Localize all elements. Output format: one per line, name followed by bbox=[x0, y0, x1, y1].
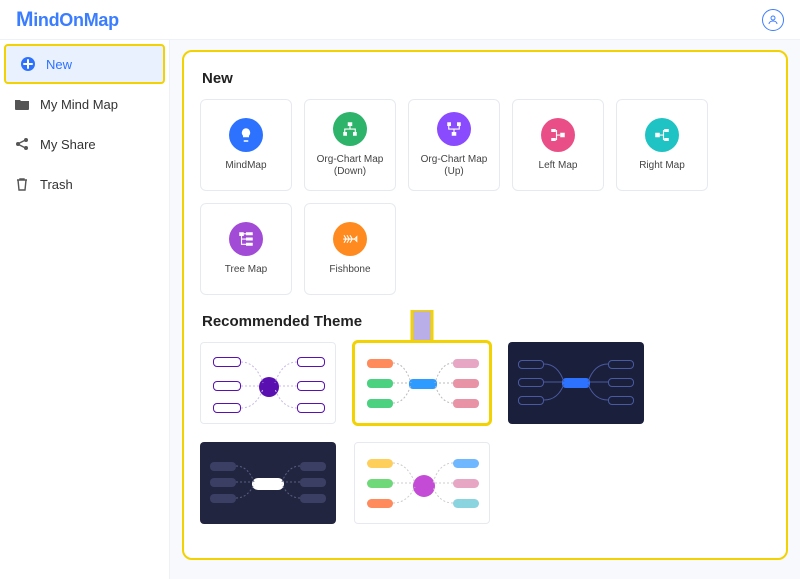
template-label: Right Map bbox=[635, 160, 689, 172]
app-header: MMindOnMapindOnMap bbox=[0, 0, 800, 40]
trash-icon bbox=[14, 176, 30, 192]
template-label: Fishbone bbox=[325, 264, 374, 276]
template-label: Left Map bbox=[535, 160, 582, 172]
template-card-tree-map[interactable]: Tree Map bbox=[200, 203, 292, 295]
template-label: MindMap bbox=[221, 160, 270, 172]
template-card-fishbone[interactable]: Fishbone bbox=[304, 203, 396, 295]
theme-grid bbox=[200, 342, 770, 524]
theme-card-light-multi[interactable] bbox=[354, 342, 490, 424]
user-icon bbox=[767, 14, 779, 26]
fishbone-icon bbox=[333, 222, 367, 256]
sidebar-label-trash: Trash bbox=[40, 177, 73, 192]
template-card-orgchart-down[interactable]: Org-Chart Map (Down) bbox=[304, 99, 396, 191]
left-map-icon bbox=[541, 118, 575, 152]
sidebar-item-new[interactable]: New bbox=[4, 44, 165, 84]
main-area: New MindMap Org-Chart Map (Down) bbox=[170, 40, 800, 579]
content-panel: New MindMap Org-Chart Map (Down) bbox=[182, 50, 788, 560]
hierarchy-up-icon bbox=[437, 112, 471, 146]
template-card-mindmap[interactable]: MindMap bbox=[200, 99, 292, 191]
share-icon bbox=[14, 136, 30, 152]
sidebar-label-new: New bbox=[46, 57, 72, 72]
sidebar-item-my-share[interactable]: My Share bbox=[0, 124, 169, 164]
theme-card-dark-white[interactable] bbox=[200, 442, 336, 524]
sidebar-label-my-mind-map: My Mind Map bbox=[40, 97, 118, 112]
tree-map-icon bbox=[229, 222, 263, 256]
profile-avatar[interactable] bbox=[762, 9, 784, 31]
section-title-new: New bbox=[202, 70, 770, 87]
template-label: Tree Map bbox=[221, 264, 271, 276]
template-label: Org-Chart Map (Up) bbox=[409, 154, 499, 178]
right-map-icon bbox=[645, 118, 679, 152]
theme-card-light-purple[interactable] bbox=[200, 342, 336, 424]
sidebar-item-my-mind-map[interactable]: My Mind Map bbox=[0, 84, 169, 124]
template-label: Org-Chart Map (Down) bbox=[305, 154, 395, 178]
template-card-right-map[interactable]: Right Map bbox=[616, 99, 708, 191]
theme-card-dark-blue[interactable] bbox=[508, 342, 644, 424]
sidebar-item-trash[interactable]: Trash bbox=[0, 164, 169, 204]
template-grid: MindMap Org-Chart Map (Down) Org-Chart M… bbox=[200, 99, 770, 295]
theme-card-light-color[interactable] bbox=[354, 442, 490, 524]
sidebar-label-my-share: My Share bbox=[40, 137, 96, 152]
section-title-recommended: Recommended Theme bbox=[202, 313, 770, 330]
plus-circle-icon bbox=[20, 56, 36, 72]
folder-icon bbox=[14, 96, 30, 112]
template-card-left-map[interactable]: Left Map bbox=[512, 99, 604, 191]
hierarchy-down-icon bbox=[333, 112, 367, 146]
lightbulb-icon bbox=[229, 118, 263, 152]
template-card-orgchart-up[interactable]: Org-Chart Map (Up) bbox=[408, 99, 500, 191]
sidebar: New My Mind Map My Share Trash bbox=[0, 40, 170, 579]
app-logo: MMindOnMapindOnMap bbox=[16, 8, 119, 32]
